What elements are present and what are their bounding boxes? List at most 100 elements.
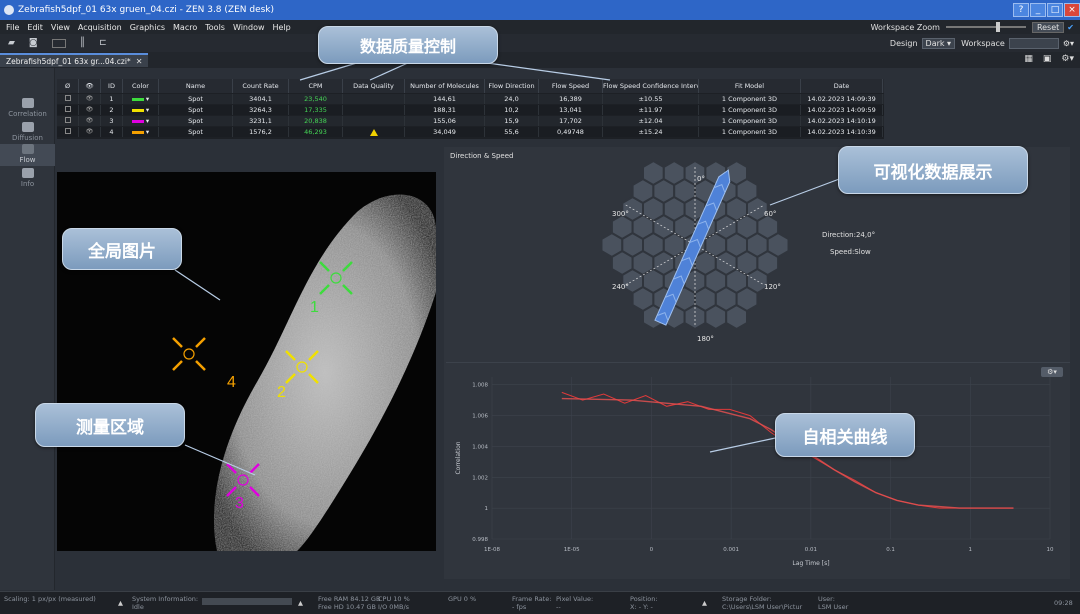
column-header[interactable]: Data Quality <box>343 79 405 93</box>
cell-molecules: 144,61 <box>405 94 485 104</box>
cell-fit-model: 1 Component 3D <box>699 94 801 104</box>
menu-view[interactable]: View <box>51 23 70 32</box>
column-header[interactable]: Date <box>801 79 883 93</box>
help-window-button[interactable]: ? <box>1013 3 1029 17</box>
dropdown-arrow-icon[interactable]: ▾ <box>146 128 149 136</box>
column-header[interactable]: Flow Direction <box>485 79 539 93</box>
design-dropdown[interactable]: Dark ▾ <box>921 37 956 49</box>
cell-cpm: 20,838 <box>289 116 343 126</box>
menu-edit[interactable]: Edit <box>27 23 43 32</box>
user-label: User: <box>818 595 835 603</box>
table-row[interactable]: 👁 4 ▾ Spot 1576,2 46,293 34,049 55,6 0,49748 ±15.… <box>57 127 884 137</box>
document-tab[interactable]: Zebrafish5dpf_01 63x gr...04.czi* ✕ <box>0 53 149 67</box>
cell-color: ▾ <box>123 94 159 104</box>
color-swatch[interactable] <box>131 130 144 134</box>
cell-count-rate: 3404,1 <box>233 94 289 104</box>
split-view-icon[interactable]: ▣ <box>1043 54 1052 64</box>
table-row[interactable]: 👁 3 ▾ Spot 3231,1 20,838 155,06 15,9 17,702 ±12.0… <box>57 116 884 126</box>
menu-acquisition[interactable]: Acquisition <box>78 23 122 32</box>
user-info: User: LSM User <box>818 595 848 611</box>
expand-icon[interactable]: ▲ <box>118 599 123 607</box>
visibility-eye-icon[interactable]: 👁 <box>79 127 101 137</box>
column-header[interactable]: Number of Molecules <box>405 79 485 93</box>
menu-file[interactable]: File <box>6 23 19 32</box>
spot-label: 3 <box>235 495 244 512</box>
select-checkbox[interactable] <box>57 105 79 115</box>
cell-cpm: 17,335 <box>289 105 343 115</box>
column-header[interactable]: Color <box>123 79 159 93</box>
workspace-dropdown[interactable] <box>1008 37 1059 49</box>
slider-handle[interactable] <box>995 22 1000 32</box>
select-checkbox[interactable] <box>57 94 79 104</box>
column-header[interactable]: Flow Speed Confidence Interval <box>603 79 699 93</box>
side-nav-diffusion[interactable]: Diffusion <box>0 122 55 144</box>
cell-flow-speed: 13,041 <box>539 105 603 115</box>
screen-icon[interactable] <box>51 38 66 48</box>
view-controls: ▦ ▣ ⚙▾ <box>1024 54 1074 64</box>
expand-icon[interactable]: ▲ <box>298 599 303 607</box>
dropdown-arrow-icon[interactable]: ▾ <box>146 95 149 103</box>
settings-icon[interactable]: ⚙▾ <box>1063 39 1074 48</box>
column-header[interactable]: Count Rate <box>233 79 289 93</box>
minimize-button[interactable]: _ <box>1030 3 1046 17</box>
menu-tools[interactable]: Tools <box>205 23 225 32</box>
sysinfo-value: Idle <box>132 603 144 611</box>
close-button[interactable]: × <box>1064 3 1080 17</box>
grid-view-icon[interactable]: ▦ <box>1024 54 1033 64</box>
cell-confidence: ±10.55 <box>603 94 699 104</box>
cell-count-rate: 3231,1 <box>233 116 289 126</box>
color-swatch[interactable] <box>131 119 144 123</box>
open-folder-icon[interactable]: ▰ <box>8 38 15 48</box>
dropdown-arrow-icon[interactable]: ▾ <box>146 117 149 125</box>
side-nav-correlation[interactable]: Correlation <box>0 98 55 120</box>
status-bar: Scaling: 1 px/px (measured) ▲ System Inf… <box>0 591 1080 614</box>
toolbar-right: Design Dark ▾ Workspace ⚙▾ <box>890 34 1074 52</box>
table-row[interactable]: 👁 2 ▾ Spot 3264,3 17,335 188,31 10,2 13,041 ±11.9… <box>57 105 884 115</box>
dropdown-arrow-icon[interactable]: ▾ <box>146 106 149 114</box>
table-row[interactable]: 👁 1 ▾ Spot 3404,1 23,540 144,61 24,0 16,389 ±10.5… <box>57 94 884 104</box>
cell-color: ▾ <box>123 105 159 115</box>
side-nav-info[interactable]: Info <box>0 168 55 190</box>
design-value: Dark <box>925 38 945 48</box>
column-header[interactable]: 👁 <box>79 79 101 93</box>
menu-macro[interactable]: Macro <box>173 23 197 32</box>
column-header[interactable]: Ø <box>57 79 79 93</box>
y-tick-label: 0.998 <box>472 537 488 543</box>
column-header[interactable]: CPM <box>289 79 343 93</box>
free-mem: Free RAM 84.12 GB Free HD 10.47 GB <box>318 595 380 611</box>
visibility-eye-icon[interactable]: 👁 <box>79 105 101 115</box>
angle-label: 0° <box>697 175 705 183</box>
maximize-button[interactable]: □ <box>1047 3 1063 17</box>
side-nav-label: Flow <box>19 156 36 164</box>
x-tick-label: 0.001 <box>723 547 739 553</box>
user-name: LSM User <box>818 603 849 611</box>
select-checkbox[interactable] <box>57 127 79 137</box>
column-header[interactable]: Fit Model <box>699 79 801 93</box>
menu-window[interactable]: Window <box>233 23 265 32</box>
callout-measure-region: 测量区域 <box>35 403 185 447</box>
visibility-eye-icon[interactable]: 👁 <box>79 94 101 104</box>
color-swatch[interactable] <box>131 108 144 112</box>
check-icon[interactable]: ✔ <box>1067 23 1074 32</box>
view-settings-icon[interactable]: ⚙▾ <box>1061 54 1074 64</box>
workspace-zoom-slider[interactable] <box>945 22 1026 32</box>
select-checkbox[interactable] <box>57 116 79 126</box>
layout-icon[interactable]: ⊏ <box>99 38 107 48</box>
callout-visualization: 可视化数据展示 <box>838 146 1028 194</box>
reset-button[interactable]: Reset <box>1031 21 1065 33</box>
column-header[interactable]: Name <box>159 79 233 93</box>
expand-icon[interactable]: ▲ <box>702 599 707 607</box>
color-swatch[interactable] <box>131 97 144 101</box>
column-header[interactable]: ID <box>101 79 123 93</box>
save-icon[interactable]: ◙ <box>29 38 38 48</box>
tab-close-icon[interactable]: ✕ <box>136 57 143 66</box>
side-nav-flow[interactable]: Flow <box>0 144 55 166</box>
visibility-eye-icon[interactable]: 👁 <box>79 116 101 126</box>
spot-label: 2 <box>277 384 286 401</box>
menu-graphics[interactable]: Graphics <box>130 23 165 32</box>
results-table: Ø 👁 ID Color Name Count Rate CPM Data Quality Nu… <box>57 79 884 139</box>
pixel-value-label: Pixel Value: <box>556 595 594 603</box>
column-header[interactable]: Flow Speed <box>539 79 603 93</box>
cell-confidence: ±12.04 <box>603 116 699 126</box>
menu-help[interactable]: Help <box>273 23 291 32</box>
